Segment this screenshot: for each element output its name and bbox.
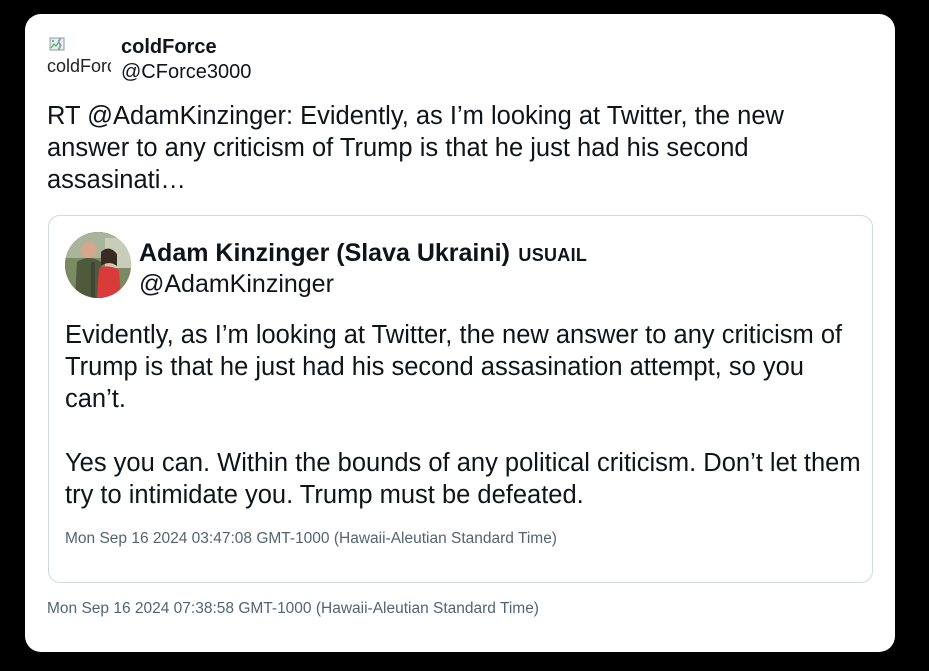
quoted-author[interactable]: Adam Kinzinger (Slava Ukraini) USUAIL @A… <box>65 232 587 300</box>
quoted-paragraph: Yes you can. Within the bounds of any po… <box>65 449 861 509</box>
author-avatar[interactable]: coldForce <box>47 34 111 82</box>
tweet-timestamp[interactable]: Mon Sep 16 2024 07:38:58 GMT-1000 (Hawai… <box>47 600 539 618</box>
quoted-paragraph: Evidently, as I’m looking at Twitter, th… <box>65 321 843 413</box>
quoted-text: Evidently, as I’m looking at Twitter, th… <box>65 319 865 511</box>
author-display-name[interactable]: coldForce <box>121 35 251 59</box>
quoted-affiliation-badge: USUAIL <box>518 245 588 265</box>
tweet-card: coldForce coldForce @CForce3000 RT @Adam… <box>25 14 895 652</box>
quoted-timestamp[interactable]: Mon Sep 16 2024 03:47:08 GMT-1000 (Hawai… <box>65 530 557 548</box>
tweet-author[interactable]: coldForce coldForce @CForce3000 <box>47 34 251 85</box>
broken-image-icon <box>49 37 65 51</box>
avatar-photo <box>65 232 131 298</box>
quoted-display-name[interactable]: Adam Kinzinger (Slava Ukraini) <box>139 239 510 267</box>
tweet-text: RT @AdamKinzinger: Evidently, as I’m loo… <box>47 102 784 194</box>
quoted-author-names: Adam Kinzinger (Slava Ukraini) USUAIL @A… <box>139 238 587 300</box>
quoted-tweet[interactable]: Adam Kinzinger (Slava Ukraini) USUAIL @A… <box>48 215 873 583</box>
quoted-handle[interactable]: @AdamKinzinger <box>139 268 587 300</box>
author-names: coldForce @CForce3000 <box>121 35 251 85</box>
quoted-avatar[interactable] <box>65 232 131 298</box>
quoted-display-line: Adam Kinzinger (Slava Ukraini) USUAIL <box>139 238 587 268</box>
author-handle[interactable]: @CForce3000 <box>121 59 251 85</box>
avatar-alt-text: coldForce <box>47 56 111 76</box>
